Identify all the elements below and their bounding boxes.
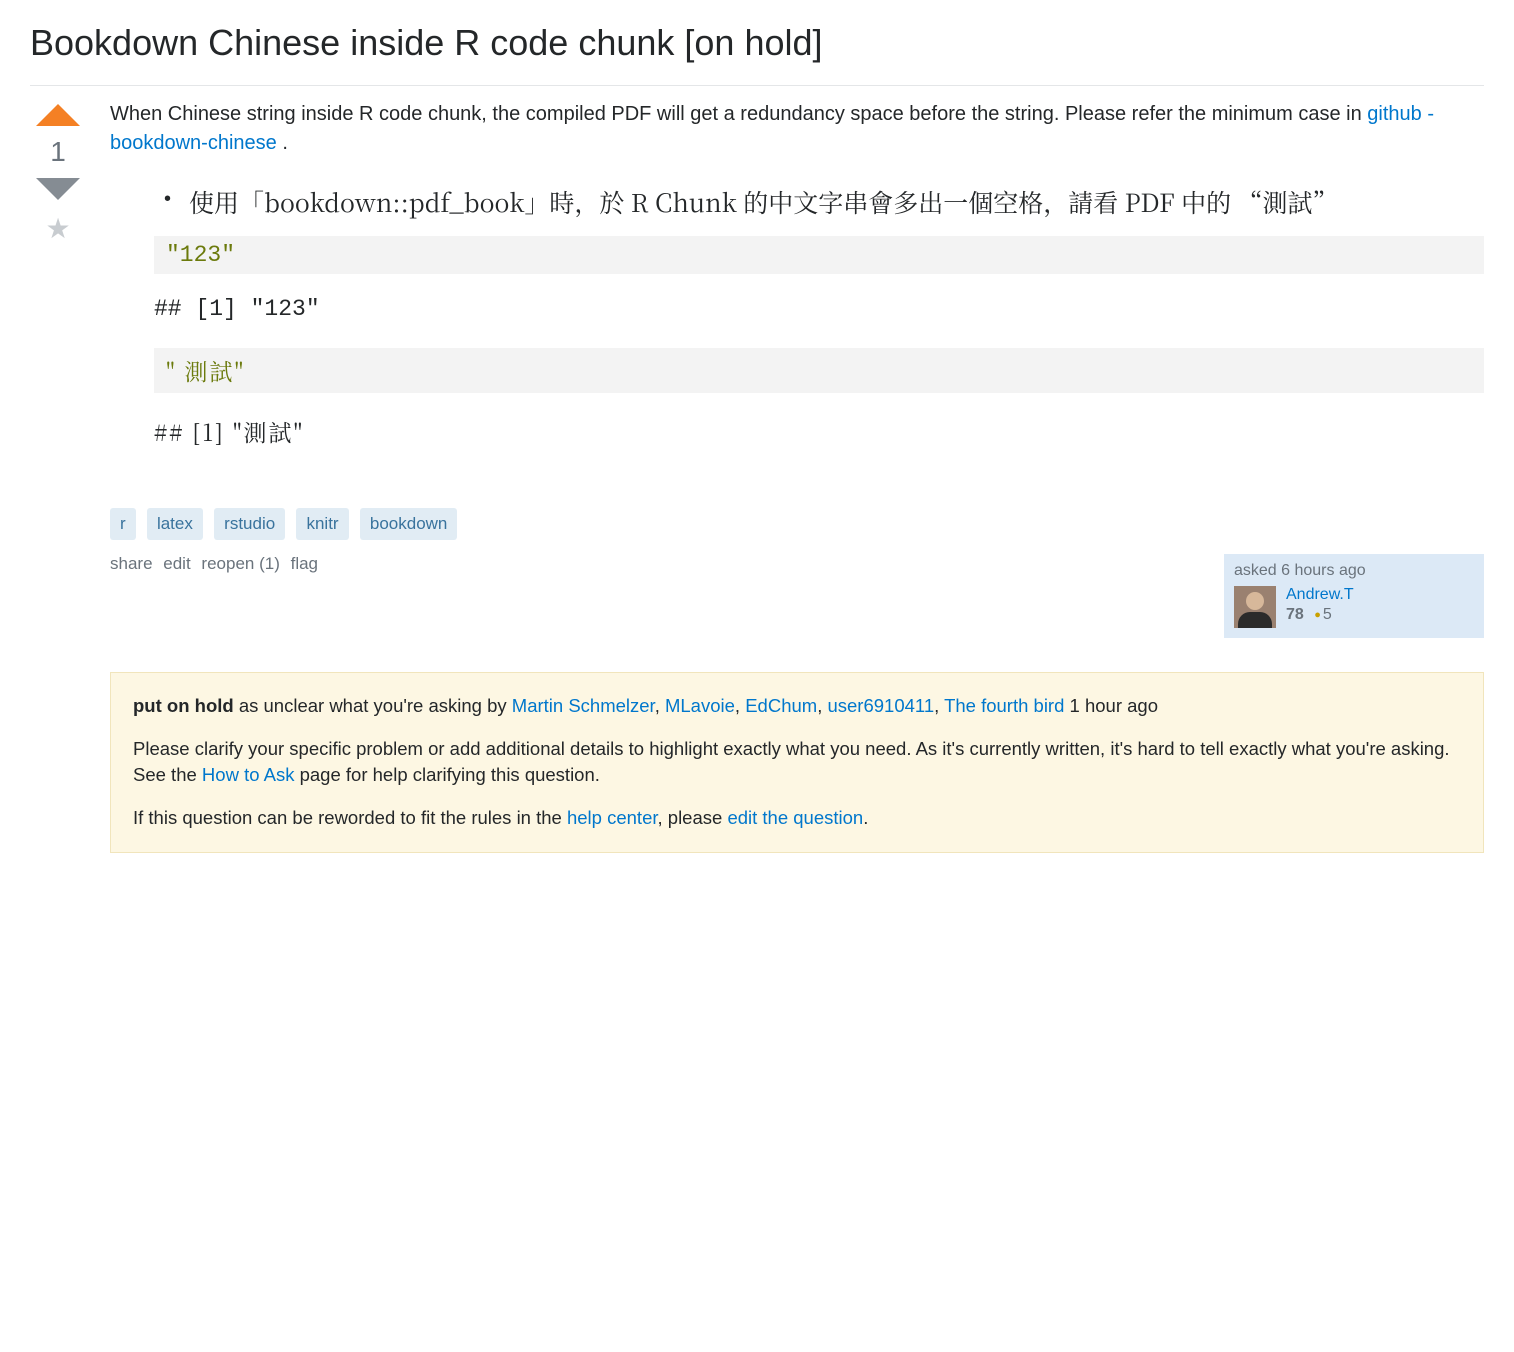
output-block-2: ## [1] "測試" [110,407,1484,468]
notice-line-2: Please clarify your specific problem or … [133,736,1461,790]
upvote-button[interactable] [36,104,80,126]
flag-link[interactable]: flag [291,554,318,573]
rep-value: 78 [1286,606,1304,623]
notice-line-3: If this question can be reworded to fit … [133,805,1461,832]
tag-rstudio[interactable]: rstudio [214,508,285,540]
intro-text-after: . [282,132,288,154]
help-center-link[interactable]: help center [567,807,658,828]
output-block-1: ## [1] "123" [110,288,1484,342]
avatar[interactable] [1234,586,1276,628]
tag-list: r latex rstudio knitr bookdown [110,508,1484,540]
post-menu: share edit reopen (1) flag [110,554,324,574]
question-title: Bookdown Chinese inside R code chunk [on… [30,20,1484,67]
share-link[interactable]: share [110,554,153,573]
vote-column: 1 ★ [30,100,86,245]
bullet-list: • 使用「bookdown::pdf_book」時，於 R Chunk 的中文字… [110,182,1484,222]
notice-line2-after: page for help clarifying this question. [294,764,599,785]
asked-time: asked 6 hours ago [1234,562,1474,580]
edit-question-link[interactable]: edit the question [727,807,863,828]
notice-line1-text: as unclear what you're asking by [234,695,512,716]
closer-5[interactable]: The fourth bird [944,695,1064,716]
reopen-link[interactable]: reopen (1) [201,554,279,573]
notice-line3-before: If this question can be reworded to fit … [133,807,567,828]
actions-row: share edit reopen (1) flag asked 6 hours… [110,554,1484,638]
code-block-1: "123" [154,236,1484,274]
tag-latex[interactable]: latex [147,508,203,540]
tag-knitr[interactable]: knitr [296,508,348,540]
bullet-dot-icon: • [164,188,171,211]
question-container: 1 ★ When Chinese string inside R code ch… [30,100,1484,853]
downvote-button[interactable] [36,178,80,200]
on-hold-notice: put on hold as unclear what you're askin… [110,672,1484,853]
closer-4[interactable]: user6910411 [827,695,934,716]
favorite-star-icon[interactable]: ★ [45,212,70,245]
user-reputation: 78 ●5 [1286,606,1354,624]
notice-line3-after: . [863,807,868,828]
notice-line3-mid: , please [658,807,728,828]
edit-link[interactable]: edit [163,554,190,573]
bullet-text: 使用「bookdown::pdf_book」時，於 R Chunk 的中文字串會… [189,182,1337,222]
notice-line1-time: 1 hour ago [1064,695,1158,716]
user-card: asked 6 hours ago Andrew.T 78 ●5 [1224,554,1484,638]
code-block-2: " 測試" [154,348,1484,393]
vote-count: 1 [50,130,66,174]
closer-2[interactable]: MLavoie [665,695,735,716]
closer-1[interactable]: Martin Schmelzer [512,695,655,716]
post-body: When Chinese string inside R code chunk,… [110,100,1484,853]
put-on-hold-label: put on hold [133,695,234,716]
post-intro: When Chinese string inside R code chunk,… [110,100,1484,158]
bronze-badge-count: 5 [1323,606,1332,623]
user-name-link[interactable]: Andrew.T [1286,586,1354,604]
intro-text-before: When Chinese string inside R code chunk,… [110,103,1367,125]
how-to-ask-link[interactable]: How to Ask [202,764,295,785]
bronze-badge-icon: ● [1314,609,1321,621]
header-divider [30,85,1484,86]
tag-bookdown[interactable]: bookdown [360,508,458,540]
closer-3[interactable]: EdChum [745,695,817,716]
notice-line-1: put on hold as unclear what you're askin… [133,693,1461,720]
tag-r[interactable]: r [110,508,136,540]
